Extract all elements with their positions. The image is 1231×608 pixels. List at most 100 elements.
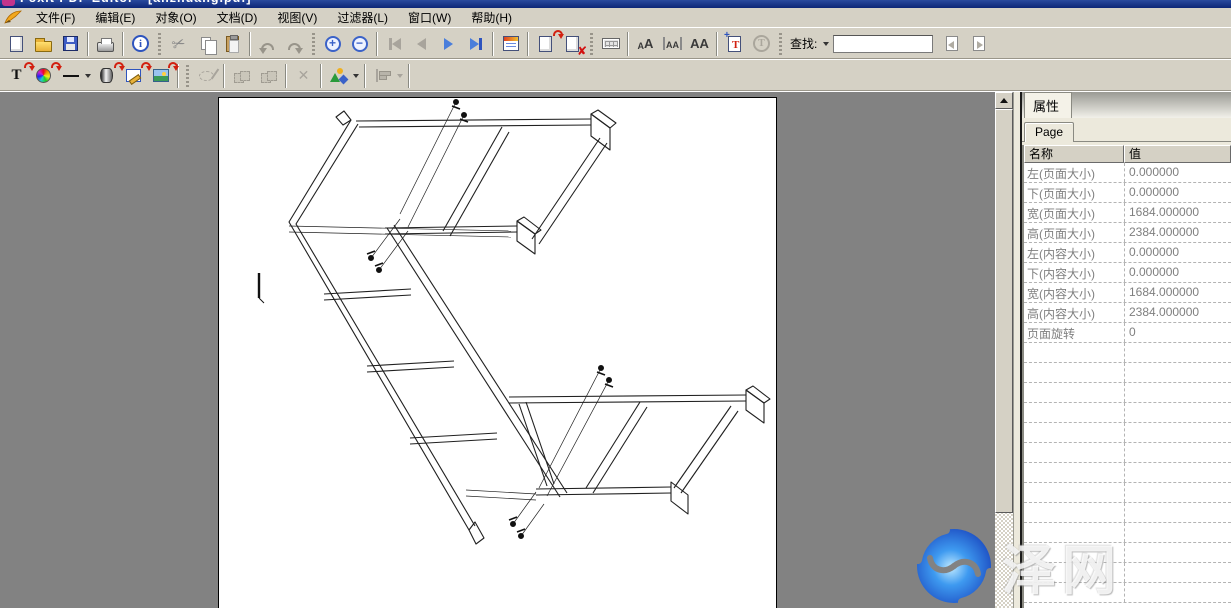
table-row[interactable]: 页面旋转0 — [1024, 323, 1231, 343]
redo-button[interactable] — [281, 31, 308, 57]
zoom-out-icon: − — [352, 36, 368, 52]
group-icon — [234, 69, 250, 83]
document-info-button[interactable]: i — [127, 31, 154, 57]
undo-button[interactable] — [254, 31, 281, 57]
vertical-scrollbar[interactable] — [995, 92, 1013, 608]
separator — [223, 64, 225, 88]
toolbar-gripper[interactable] — [186, 65, 189, 87]
find-next-button[interactable] — [965, 31, 992, 57]
align-tools-button[interactable] — [369, 63, 396, 89]
group-objects-button[interactable] — [228, 63, 255, 89]
find-dropdown[interactable] — [820, 35, 833, 52]
zoom-out-button[interactable]: − — [346, 31, 373, 57]
edit-image-object-button[interactable] — [120, 63, 147, 89]
menu-view[interactable]: 视图(V) — [267, 7, 327, 28]
table-row[interactable]: 高(页面大小)2384.000000 — [1024, 223, 1231, 243]
table-row[interactable]: 下(页面大小)0.000000 — [1024, 183, 1231, 203]
zoom-in-button[interactable]: + — [319, 31, 346, 57]
shapes-icon — [330, 68, 348, 83]
insert-page-button[interactable] — [532, 31, 559, 57]
add-color-object-button[interactable] — [30, 63, 57, 89]
find-next-icon — [973, 36, 985, 51]
edit-object-button[interactable] — [193, 63, 220, 89]
add-image-object-button[interactable] — [147, 63, 174, 89]
last-page-button[interactable] — [462, 31, 489, 57]
align-dropdown-icon[interactable] — [397, 74, 403, 81]
text-attributes-button[interactable]: T — [748, 31, 775, 57]
add-text-object-button[interactable]: T — [3, 63, 30, 89]
stretch-text-button[interactable]: AA — [686, 31, 713, 57]
paste-button[interactable] — [219, 31, 246, 57]
virtual-keyboard-button[interactable] — [597, 31, 624, 57]
save-button[interactable] — [57, 31, 84, 57]
printer-icon — [97, 42, 114, 52]
ungroup-icon — [261, 69, 277, 83]
scroll-up-button[interactable] — [995, 92, 1013, 109]
font-aa-icon: AA — [638, 36, 654, 51]
add-line-object-button[interactable] — [57, 63, 84, 89]
next-page-button[interactable] — [435, 31, 462, 57]
document-canvas[interactable] — [0, 92, 995, 608]
scissors-icon: ✂ — [169, 32, 188, 55]
column-header-name[interactable]: 名称 — [1024, 145, 1124, 163]
new-button[interactable] — [3, 31, 30, 57]
find-input[interactable] — [833, 35, 933, 53]
delete-object-button[interactable]: ✕ — [290, 63, 317, 89]
pdf-page[interactable] — [218, 97, 777, 608]
embed-font-button[interactable]: AA — [632, 31, 659, 57]
menu-filter[interactable]: 过滤器(L) — [327, 7, 398, 28]
menu-edit[interactable]: 编辑(E) — [85, 7, 145, 28]
properties-table: 名称 值 左(页面大小)0.000000 下(页面大小)0.000000 宽(页… — [1022, 145, 1231, 608]
cut-button[interactable]: ✂ — [165, 31, 192, 57]
table-row[interactable]: 左(内容大小)0.000000 — [1024, 243, 1231, 263]
new-page-icon — [10, 36, 23, 52]
last-page-icon — [470, 38, 479, 50]
toolbar-gripper[interactable] — [590, 33, 593, 55]
image-icon — [153, 69, 169, 82]
line-dropdown-icon[interactable] — [85, 74, 91, 81]
table-row[interactable]: 左(页面大小)0.000000 — [1024, 163, 1231, 183]
toolbar-gripper[interactable] — [779, 33, 782, 55]
open-button[interactable] — [30, 31, 57, 57]
panel-splitter[interactable] — [1013, 92, 1022, 608]
menu-document[interactable]: 文档(D) — [207, 7, 268, 28]
first-page-button[interactable] — [381, 31, 408, 57]
menu-object[interactable]: 对象(O) — [145, 7, 206, 28]
copy-button[interactable] — [192, 31, 219, 57]
separator — [627, 32, 629, 56]
menu-file[interactable]: 文件(F) — [26, 7, 85, 28]
empty-row — [1024, 483, 1231, 503]
panel-title: 属性 — [1024, 92, 1072, 118]
empty-row — [1024, 523, 1231, 543]
find-previous-button[interactable] — [938, 31, 965, 57]
empty-row — [1024, 463, 1231, 483]
print-button[interactable] — [92, 31, 119, 57]
add-shading-object-button[interactable] — [93, 63, 120, 89]
foxit-pen-icon — [4, 10, 22, 25]
add-text-button[interactable] — [721, 31, 748, 57]
page-drawing — [219, 98, 778, 608]
shapes-dropdown-icon[interactable] — [353, 74, 359, 81]
menu-help[interactable]: 帮助(H) — [461, 7, 522, 28]
table-row[interactable]: 宽(页面大小)1684.000000 — [1024, 203, 1231, 223]
page-layout-icon — [503, 36, 519, 51]
text-object-icon: T — [11, 68, 21, 83]
page-layout-button[interactable] — [497, 31, 524, 57]
menu-window[interactable]: 窗口(W) — [398, 7, 461, 28]
table-row[interactable]: 宽(内容大小)1684.000000 — [1024, 283, 1231, 303]
toolbar-gripper[interactable] — [312, 33, 315, 55]
separator — [364, 64, 366, 88]
table-row[interactable]: 高(内容大小)2384.000000 — [1024, 303, 1231, 323]
copy-icon — [201, 37, 211, 50]
previous-page-button[interactable] — [408, 31, 435, 57]
table-row[interactable]: 下(内容大小)0.000000 — [1024, 263, 1231, 283]
object-tools-button[interactable] — [325, 63, 352, 89]
delete-page-button[interactable]: ✘ — [559, 31, 586, 57]
scrollbar-thumb[interactable] — [995, 109, 1013, 513]
tab-page[interactable]: Page — [1024, 122, 1074, 142]
insert-page-icon — [539, 36, 552, 52]
column-header-value[interactable]: 值 — [1124, 145, 1231, 163]
shrink-text-button[interactable]: AA — [659, 31, 686, 57]
toolbar-gripper[interactable] — [158, 33, 161, 55]
ungroup-objects-button[interactable] — [255, 63, 282, 89]
